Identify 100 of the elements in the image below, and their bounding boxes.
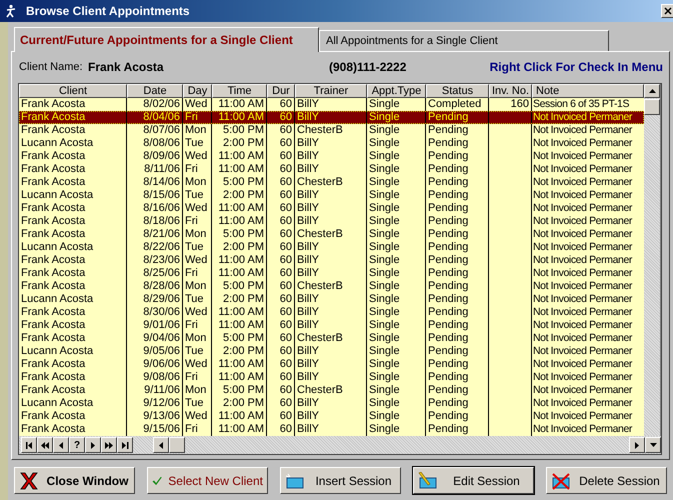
date-cell: 8/16/06	[143, 202, 180, 214]
status-cell: Pending	[428, 215, 468, 227]
table-row[interactable]: Frank Acosta 8/30/06 Wed 11:00 AM 60 BillY Single Pending Not Invoiced Permaner	[19, 306, 644, 319]
table-row[interactable]: Frank Acosta 8/23/06 Wed 11:00 AM 60 BillY Single Pending Not Invoiced Permaner	[19, 254, 644, 267]
date-cell: 9/12/06	[143, 397, 180, 409]
column-header[interactable]: Day	[183, 84, 212, 98]
table-row[interactable]: Frank Acosta 8/18/06 Fri 11:00 AM 60 BillY Single Pending Not Invoiced Permaner	[19, 215, 644, 228]
scroll-left-button[interactable]	[153, 437, 169, 453]
table-row[interactable]: Lucann Acosta 8/08/06 Tue 2:00 PM 60 BillY Single Pending Not Invoiced Permaner	[19, 137, 644, 150]
trainer-cell: BillY	[297, 111, 320, 123]
action-button[interactable]: Select New Client	[147, 467, 268, 494]
scroll-down-button[interactable]	[645, 437, 661, 453]
type-cell: Single	[369, 111, 400, 123]
date-cell: 8/02/06	[143, 98, 180, 110]
tab[interactable]: Current/Future Appointments for a Single Client	[14, 27, 319, 52]
note-cell: Session 6 of 35 PT-1S	[533, 98, 630, 110]
client-cell: Frank Acosta	[21, 280, 86, 292]
close-button[interactable]	[661, 4, 673, 18]
note-cell: Not Invoiced Permaner	[533, 280, 632, 292]
type-cell: Single	[369, 176, 400, 188]
table-row[interactable]: Frank Acosta 8/25/06 Fri 11:00 AM 60 BillY Single Pending Not Invoiced Permaner	[19, 267, 644, 280]
table-row[interactable]: Lucann Acosta 9/05/06 Tue 2:00 PM 60 BillY Single Pending Not Invoiced Permaner	[19, 345, 644, 358]
trainer-cell: BillY	[297, 241, 320, 253]
column-header[interactable]: Date	[127, 84, 183, 98]
client-cell: Frank Acosta	[21, 384, 86, 396]
table-row[interactable]: Lucann Acosta 8/22/06 Tue 2:00 PM 60 BillY Single Pending Not Invoiced Permaner	[19, 241, 644, 254]
figure-icon	[4, 4, 18, 18]
date-cell: 8/22/06	[143, 241, 180, 253]
date-cell: 8/25/06	[143, 267, 180, 279]
table-row[interactable]: Lucann Acosta 9/12/06 Tue 2:00 PM 60 BillY Single Pending Not Invoiced Permaner	[19, 397, 644, 410]
action-button[interactable]: Delete Session	[546, 467, 667, 494]
day-cell: Wed	[185, 150, 208, 162]
table-row[interactable]: Frank Acosta 8/21/06 Mon 5:00 PM 60 ChesterB Single Pending Not Invoiced Permaner	[19, 228, 644, 241]
type-cell: Single	[369, 397, 400, 409]
window-title: Browse Client Appointments	[26, 3, 191, 20]
table-row[interactable]: Frank Acosta 8/04/06 Fri 11:00 AM 60 BillY Single Pending Not Invoiced Permaner	[19, 111, 644, 124]
note-cell: Not Invoiced Permaner	[533, 332, 632, 344]
time-cell: 11:00 AM	[218, 111, 264, 123]
column-header[interactable]: Time	[212, 84, 267, 98]
time-cell: 5:00 PM	[223, 228, 264, 240]
type-cell: Single	[369, 215, 400, 227]
column-header[interactable]: Appt.Type	[367, 84, 426, 98]
table-row[interactable]: Frank Acosta 9/11/06 Mon 5:00 PM 60 ChesterB Single Pending Not Invoiced Permaner	[19, 384, 644, 397]
skip-icon	[120, 440, 130, 450]
navigator-button[interactable]	[101, 437, 117, 453]
vertical-scrollbar[interactable]	[644, 84, 660, 436]
table-row[interactable]: Lucann Acosta 8/29/06 Tue 2:00 PM 60 BillY Single Pending Not Invoiced Permaner	[19, 293, 644, 306]
column-header[interactable]: Trainer	[295, 84, 367, 98]
scroll-right-button[interactable]	[629, 437, 645, 453]
navigator-button[interactable]	[117, 437, 133, 453]
scroll-thumb[interactable]	[169, 437, 185, 453]
table-row[interactable]: Frank Acosta 8/11/06 Fri 11:00 AM 60 BillY Single Pending Not Invoiced Permaner	[19, 163, 644, 176]
date-cell: 8/21/06	[143, 228, 180, 240]
action-button[interactable]: Close Window	[14, 467, 135, 494]
table-row[interactable]: Frank Acosta 9/01/06 Fri 11:00 AM 60 BillY Single Pending Not Invoiced Permaner	[19, 319, 644, 332]
table-row[interactable]: Lucann Acosta 8/15/06 Tue 2:00 PM 60 BillY Single Pending Not Invoiced Permaner	[19, 189, 644, 202]
slide-icon	[285, 472, 305, 490]
trainer-cell: ChesterB	[297, 332, 343, 344]
navigator-button[interactable]	[53, 437, 69, 453]
day-cell: Wed	[185, 98, 208, 110]
scroll-thumb[interactable]	[644, 99, 660, 115]
time-cell: 2:00 PM	[223, 241, 264, 253]
table-row[interactable]: Frank Acosta 8/02/06 Wed 11:00 AM 60 BillY Single Completed 160 Session 6 of 35 PT-1S	[19, 98, 644, 111]
column-header[interactable]: Status	[426, 84, 489, 98]
table-row[interactable]: Frank Acosta 8/14/06 Mon 5:00 PM 60 ChesterB Single Pending Not Invoiced Permaner	[19, 176, 644, 189]
trainer-cell: BillY	[297, 202, 320, 214]
client-cell: Lucann Acosta	[21, 397, 94, 409]
trainer-cell: ChesterB	[297, 124, 343, 136]
client-cell: Frank Acosta	[21, 215, 86, 227]
column-header[interactable]: Note	[532, 84, 644, 98]
navigator-button[interactable]	[21, 437, 37, 453]
time-cell: 2:00 PM	[223, 189, 264, 201]
note-cell: Not Invoiced Permaner	[533, 137, 632, 149]
client-cell: Frank Acosta	[21, 254, 86, 266]
duration-cell: 60	[280, 267, 292, 279]
time-cell: 11:00 AM	[218, 215, 264, 227]
table-row[interactable]: Frank Acosta 9/06/06 Wed 11:00 AM 60 BillY Single Pending Not Invoiced Permaner	[19, 358, 644, 371]
status-cell: Pending	[428, 410, 468, 422]
table-row[interactable]: Frank Acosta 8/28/06 Mon 5:00 PM 60 ChesterB Single Pending Not Invoiced Permaner	[19, 280, 644, 293]
trainer-cell: BillY	[297, 98, 320, 110]
table-row[interactable]: Frank Acosta 8/07/06 Mon 5:00 PM 60 ChesterB Single Pending Not Invoiced Permaner	[19, 124, 644, 137]
table-row[interactable]: Frank Acosta 8/16/06 Wed 11:00 AM 60 BillY Single Pending Not Invoiced Permaner	[19, 202, 644, 215]
column-header[interactable]: Client	[19, 84, 127, 98]
navigator-button[interactable]	[37, 437, 53, 453]
table-row[interactable]: Frank Acosta 9/15/06 Fri 11:00 AM 60 BillY Single Pending Not Invoiced Permaner	[19, 423, 644, 436]
navigator-button[interactable]	[85, 437, 101, 453]
column-header[interactable]: Dur	[267, 84, 295, 98]
client-cell: Frank Acosta	[21, 306, 86, 318]
navigator-button[interactable]: ?	[69, 437, 85, 453]
table-row[interactable]: Frank Acosta 9/13/06 Wed 11:00 AM 60 BillY Single Pending Not Invoiced Permaner	[19, 410, 644, 423]
type-cell: Single	[369, 267, 400, 279]
table-row[interactable]: Frank Acosta 8/09/06 Wed 11:00 AM 60 BillY Single Pending Not Invoiced Permaner	[19, 150, 644, 163]
status-cell: Pending	[428, 150, 468, 162]
column-header[interactable]: Inv. No.	[489, 84, 532, 98]
action-button[interactable]: Insert Session	[280, 467, 401, 494]
table-row[interactable]: Frank Acosta 9/04/06 Mon 5:00 PM 60 ChesterB Single Pending Not Invoiced Permaner	[19, 332, 644, 345]
table-row[interactable]: Frank Acosta 9/08/06 Fri 11:00 AM 60 BillY Single Pending Not Invoiced Permaner	[19, 371, 644, 384]
tab[interactable]: All Appointments for a Single Client	[319, 30, 609, 51]
duration-cell: 60	[280, 371, 292, 383]
action-button[interactable]: Edit Session	[413, 467, 534, 494]
